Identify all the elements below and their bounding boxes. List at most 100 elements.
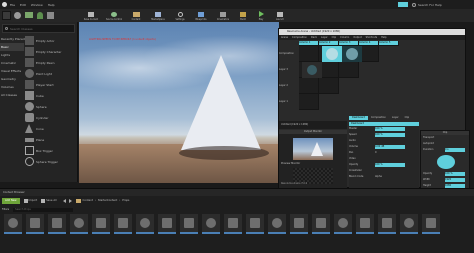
asset-thumbnail[interactable] <box>136 214 154 234</box>
help-search[interactable]: Search For Help <box>388 0 474 9</box>
level-viewport[interactable]: LIGHTING NEEDS TO BE REBUILT (1 unbuilt … <box>79 22 279 183</box>
asset-thumbnail[interactable] <box>202 214 220 234</box>
category-cinematic[interactable]: Cinematic <box>0 59 24 67</box>
place-mode-icon[interactable] <box>2 10 11 20</box>
clip-slot[interactable] <box>319 62 339 78</box>
list-item[interactable]: Plane <box>25 134 77 145</box>
breadcrumb-starter-content[interactable]: StarterContent <box>98 199 117 203</box>
menu-edit[interactable]: Edit <box>20 3 26 7</box>
clip-slot[interactable] <box>299 46 319 62</box>
list-item[interactable]: Sphere Trigger <box>25 156 77 167</box>
list-item[interactable]: Point Light <box>25 68 77 79</box>
menu-composition[interactable]: Composition <box>292 36 307 40</box>
settings-button[interactable]: Settings <box>170 11 190 21</box>
category-geometry[interactable]: Geometry <box>0 75 24 83</box>
paint-mode-icon[interactable] <box>14 11 21 19</box>
tab-composition[interactable]: Composition <box>368 116 389 120</box>
list-item[interactable]: Empty Actor <box>25 35 77 46</box>
category-basic[interactable]: Basic <box>0 43 24 51</box>
marketplace-button[interactable]: Marketplace <box>146 11 170 21</box>
asset-thumbnail[interactable] <box>180 214 198 234</box>
layer-label[interactable]: Composition <box>279 52 299 56</box>
source-control-button[interactable]: Source Control <box>102 11 126 21</box>
clip-prop-row[interactable]: Duration 0 s <box>421 147 469 153</box>
cinematics-button[interactable]: Cinematics <box>212 11 234 21</box>
clip-slot[interactable] <box>319 78 339 94</box>
column-5-header[interactable]: Column 5 <box>379 40 399 46</box>
content-button[interactable]: Content <box>126 11 146 21</box>
launch-button[interactable]: Launch <box>270 11 290 21</box>
asset-thumbnail[interactable] <box>246 214 264 234</box>
asset-thumbnail[interactable] <box>92 214 110 234</box>
menu-shortcuts[interactable]: Shortcuts <box>366 36 377 40</box>
build-button[interactable]: Build <box>234 11 252 21</box>
asset-thumbnail[interactable] <box>312 214 330 234</box>
menu-help[interactable]: Help <box>48 3 55 7</box>
save-current-button[interactable]: Save Current <box>80 11 102 21</box>
asset-thumbnail[interactable] <box>70 214 88 234</box>
list-item[interactable]: Empty Pawn <box>25 57 77 68</box>
forward-arrow-icon[interactable] <box>68 199 72 203</box>
breadcrumb-content[interactable]: Content <box>83 199 93 203</box>
clip-prop-value[interactable]: 100 % <box>445 172 465 176</box>
menu-column[interactable]: Column <box>340 36 349 40</box>
asset-thumbnail[interactable] <box>26 214 44 234</box>
category-lights[interactable]: Lights <box>0 51 24 59</box>
column-4-header[interactable]: Column 4 <box>359 40 379 46</box>
asset-thumbnail[interactable] <box>422 214 440 234</box>
asset-thumbnail[interactable] <box>290 214 308 234</box>
category-volumes[interactable]: Volumes <box>0 83 24 91</box>
asset-thumbnail[interactable] <box>48 214 66 234</box>
menu-deck[interactable]: Deck <box>311 36 317 40</box>
menu-layer[interactable]: Layer <box>321 36 328 40</box>
prop-value[interactable]: 0 <box>375 151 405 155</box>
breadcrumb-props[interactable]: Props <box>122 199 129 203</box>
preview-monitor-tab[interactable]: Preview Monitor <box>281 162 347 166</box>
save-all-button[interactable]: Save All <box>46 199 56 203</box>
prop-value[interactable]: 100 % <box>375 133 405 137</box>
menu-clip[interactable]: Clip <box>332 36 337 40</box>
modes-search[interactable]: Search Classes <box>2 24 75 33</box>
add-new-button[interactable]: Add New <box>2 198 20 204</box>
asset-thumbnail[interactable] <box>378 214 396 234</box>
cone-mesh[interactable] <box>181 55 261 150</box>
list-item[interactable]: Sphere <box>25 101 77 112</box>
clip-slot[interactable] <box>339 62 359 78</box>
play-button[interactable]: Play <box>252 11 270 21</box>
list-item[interactable]: Cube <box>25 90 77 101</box>
menu-arena[interactable]: Arena <box>281 36 288 40</box>
list-item[interactable]: Player Start <box>25 79 77 90</box>
list-item[interactable]: Cone <box>25 123 77 134</box>
column-1-header[interactable]: Column 1 <box>299 40 319 46</box>
back-arrow-icon[interactable] <box>62 199 66 203</box>
list-item[interactable]: Empty Character <box>25 46 77 57</box>
column-2-header[interactable]: Column 2 <box>319 40 339 46</box>
blueprints-button[interactable]: Blueprints <box>190 11 212 21</box>
geometry-mode-icon[interactable] <box>47 11 54 19</box>
clip-thumb-1[interactable] <box>322 46 342 62</box>
import-button[interactable]: Import <box>29 199 38 203</box>
clip-slot[interactable] <box>299 94 319 110</box>
content-browser-title[interactable]: Content Browser <box>3 191 25 195</box>
list-item[interactable]: Cylinder <box>25 112 77 123</box>
category-visual-effects[interactable]: Visual Effects <box>0 67 24 75</box>
prop-value[interactable]: 100 % <box>375 163 405 167</box>
clip-thumb-3[interactable] <box>302 62 322 78</box>
clip-slot[interactable] <box>299 78 319 94</box>
prop-value[interactable]: 0.00 dB <box>375 145 405 149</box>
prop-value[interactable]: 100 % <box>375 127 405 131</box>
menu-window[interactable]: Window <box>31 3 43 7</box>
category-recently-placed[interactable]: Recently Placed <box>0 35 25 43</box>
asset-thumbnail[interactable] <box>268 214 286 234</box>
asset-thumbnail[interactable] <box>224 214 242 234</box>
clip-prop-value[interactable]: 0 s <box>445 148 465 152</box>
menu-file[interactable]: File <box>10 3 15 7</box>
asset-thumbnail[interactable] <box>356 214 374 234</box>
list-item[interactable]: Box Trigger <box>25 145 77 156</box>
column-3-header[interactable]: Column 3 <box>339 40 359 46</box>
layer-label[interactable]: Layer 1 <box>279 100 299 104</box>
asset-thumbnail[interactable] <box>158 214 176 234</box>
prop-row[interactable]: Blend mode Alpha <box>349 174 419 180</box>
clip-slot[interactable] <box>359 46 379 62</box>
landscape-mode-icon[interactable] <box>25 12 33 18</box>
